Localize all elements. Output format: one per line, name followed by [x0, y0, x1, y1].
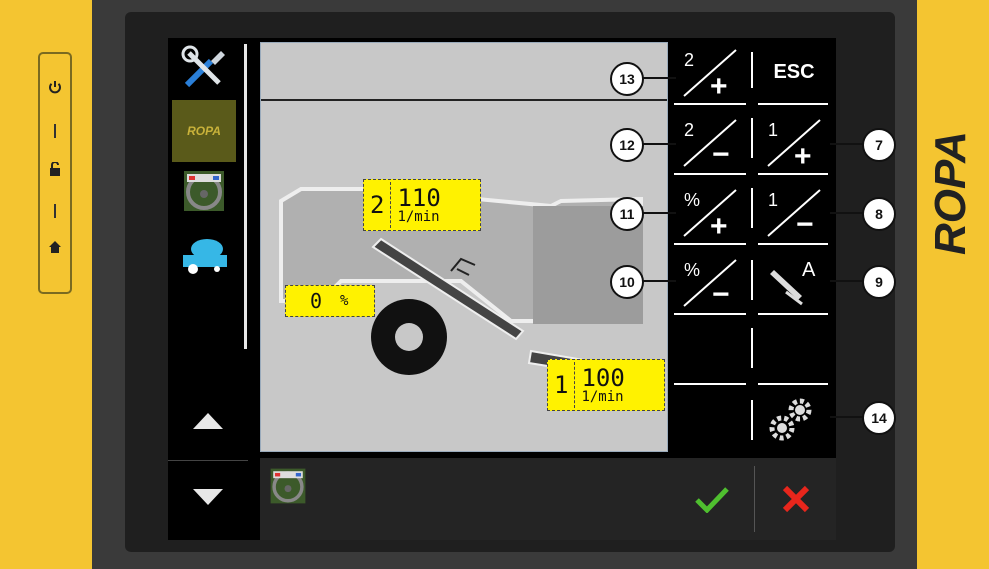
callout-line [830, 280, 864, 282]
scroll-up-button[interactable] [168, 390, 248, 452]
percent-unit: % [340, 293, 349, 309]
svg-text:1: 1 [768, 190, 778, 210]
tools-icon[interactable] [172, 42, 236, 94]
settings-button[interactable] [754, 392, 834, 448]
ropa-logo-text: ROPA [187, 124, 221, 138]
cancel-button[interactable] [756, 458, 836, 540]
callout-14: 14 [862, 401, 896, 435]
svg-text:+: + [794, 140, 812, 170]
ropa-logo-icon[interactable]: ROPA [172, 100, 236, 162]
readout-value: 110 [397, 184, 441, 212]
triangle-up-icon [193, 413, 223, 429]
percent-decrease-button[interactable]: % − [670, 254, 750, 310]
steering-wheel-icon[interactable] [172, 166, 236, 216]
rpm2-increase-button[interactable]: 2 + [670, 44, 750, 100]
divider [754, 466, 755, 532]
divider [54, 204, 56, 218]
svg-text:−: − [796, 208, 814, 240]
svg-text:A: A [802, 259, 816, 281]
callout-line [642, 212, 676, 214]
callout-line [642, 143, 676, 145]
callout-13: 13 [610, 62, 644, 96]
svg-text:%: % [684, 190, 700, 210]
svg-text:2: 2 [684, 120, 694, 140]
brand-text: ROPA [931, 131, 975, 255]
top-rpm-readout: 2 110 1/min [363, 179, 481, 231]
callout-line [830, 212, 864, 214]
esc-button[interactable]: ESC [754, 44, 834, 100]
callout-12: 12 [610, 128, 644, 162]
brand-logo: ROPA [926, 60, 975, 260]
machine-view: 2 110 1/min 0 % 1 100 1/min [260, 42, 668, 452]
callout-10: 10 [610, 265, 644, 299]
readout-value: 100 [581, 364, 625, 392]
checkmark-icon [695, 487, 729, 513]
svg-text:+: + [710, 70, 728, 100]
scroll-down-button[interactable] [168, 460, 248, 533]
home-icon[interactable] [40, 240, 70, 258]
percent-value: 0 [310, 289, 323, 313]
rpm1-increase-button[interactable]: 1 + [754, 114, 834, 170]
auto-elevator-icon: A [770, 259, 816, 306]
svg-text:−: − [712, 278, 730, 310]
rpm2-decrease-button[interactable]: 2 − [670, 114, 750, 170]
svg-text:1: 1 [768, 120, 778, 140]
callout-8: 8 [862, 197, 896, 231]
svg-text:−: − [712, 138, 730, 170]
softkey-panel: 2 + ESC 2 − 1 + % + 1 − % − A [668, 38, 836, 450]
power-icon[interactable] [40, 80, 70, 98]
sidebar: ROPA [168, 38, 254, 505]
divider [54, 124, 56, 138]
callout-line [830, 143, 864, 145]
cross-icon [782, 485, 810, 513]
svg-text:+: + [710, 210, 728, 240]
rpm1-decrease-button[interactable]: 1 − [754, 184, 834, 240]
display-screen: ROPA 2 110 1/min 0 % 1 100 1/min 2 + ESC… [168, 38, 836, 540]
svg-text:2: 2 [684, 50, 694, 70]
readout-unit: 1/min [581, 389, 624, 405]
tank-trailer-icon[interactable] [172, 230, 236, 280]
percent-increase-button[interactable]: % + [670, 184, 750, 240]
callout-line [642, 77, 676, 79]
svg-text:%: % [684, 260, 700, 280]
callout-9: 9 [862, 265, 896, 299]
esc-label: ESC [773, 60, 815, 83]
callout-line [830, 416, 864, 418]
confirm-button[interactable] [670, 458, 754, 540]
callout-7: 7 [862, 128, 896, 162]
gears-icon [769, 398, 812, 441]
readout-unit: 1/min [397, 209, 440, 225]
triangle-down-icon [193, 489, 223, 505]
percent-readout: 0 % [285, 285, 375, 317]
readout-index: 1 [554, 371, 569, 399]
callout-line [642, 280, 676, 282]
bottom-rpm-readout: 1 100 1/min [547, 359, 665, 411]
view-header [261, 43, 667, 101]
steering-wheel-icon [266, 466, 310, 506]
hardware-button-panel [38, 52, 72, 294]
unlock-icon[interactable] [40, 161, 70, 180]
readout-index: 2 [370, 191, 385, 219]
callout-11: 11 [610, 197, 644, 231]
bottom-bar [260, 458, 836, 540]
auto-mode-button[interactable]: A [754, 254, 834, 310]
scrollbar[interactable] [244, 44, 247, 349]
